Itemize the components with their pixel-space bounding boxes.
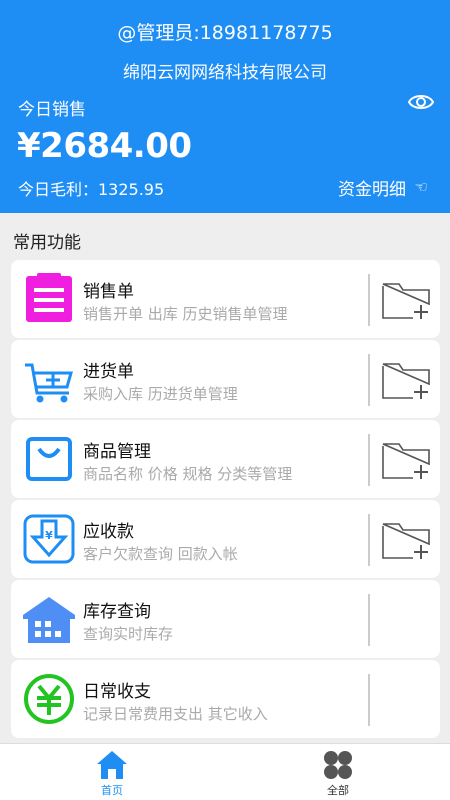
daily-income-expense-card[interactable]: 日常收支 记录日常费用支出 其它收入	[11, 660, 440, 738]
tab-all-label: 全部	[327, 784, 349, 797]
today-sales-amount: ¥2684.00	[17, 126, 192, 166]
section-title: 常用功能	[13, 233, 81, 253]
cart-icon	[25, 363, 73, 403]
card-desc: 商品名称 价格 规格 分类等管理	[83, 465, 293, 483]
card-title: 进货单	[83, 362, 134, 382]
header: @管理员:18981178775 绵阳云网网络科技有限公司 今日销售 ¥2684…	[0, 0, 450, 213]
home-icon	[97, 751, 127, 779]
tab-home-label: 首页	[101, 784, 123, 797]
yuan-circle-icon	[24, 674, 74, 724]
receivables-card[interactable]: ¥ 应收款 客户欠款查询 回款入帐	[11, 500, 440, 578]
purchase-order-card[interactable]: 进货单 采购入库 历进货单管理	[11, 340, 440, 418]
card-desc: 查询实时库存	[83, 625, 174, 643]
card-title: 商品管理	[83, 442, 151, 462]
divider	[368, 434, 370, 486]
svg-text:¥: ¥	[45, 529, 53, 542]
card-title: 销售单	[83, 282, 134, 302]
divider	[368, 514, 370, 566]
card-title: 日常收支	[83, 682, 151, 702]
add-folder-icon[interactable]	[381, 360, 431, 402]
product-management-card[interactable]: 商品管理 商品名称 价格 规格 分类等管理	[11, 420, 440, 498]
card-title: 库存查询	[83, 602, 151, 622]
divider	[368, 594, 370, 646]
inventory-query-card[interactable]: 库存查询 查询实时库存	[11, 580, 440, 658]
today-profit: 今日毛利：1325.95	[18, 180, 165, 199]
tab-home[interactable]: 首页	[52, 744, 172, 800]
card-desc: 采购入库 历进货单管理	[83, 385, 238, 403]
card-title: 应收款	[83, 522, 134, 542]
bottom-tab-bar: 首页 全部	[0, 743, 450, 800]
funds-detail-link[interactable]: 资金明细	[338, 175, 406, 200]
tab-all[interactable]: 全部	[278, 744, 398, 800]
card-desc: 客户欠款查询 回款入帐	[83, 545, 238, 563]
divider	[368, 674, 370, 726]
sales-order-card[interactable]: 销售单 销售开单 出库 历史销售单管理	[11, 260, 440, 338]
grid-icon	[324, 751, 352, 779]
today-sales-label: 今日销售	[18, 100, 86, 120]
company-name: 绵阳云网网络科技有限公司	[123, 63, 327, 83]
receivable-icon: ¥	[23, 514, 75, 564]
add-folder-icon[interactable]	[381, 440, 431, 482]
bag-icon	[26, 437, 72, 481]
admin-phone: @管理员:18981178775	[117, 22, 333, 44]
add-folder-icon[interactable]	[381, 520, 431, 562]
eye-icon[interactable]	[408, 92, 434, 112]
divider	[368, 274, 370, 326]
warehouse-icon	[23, 597, 75, 643]
clipboard-icon	[26, 273, 72, 322]
card-desc: 销售开单 出库 历史销售单管理	[83, 305, 288, 323]
pointing-hand-icon[interactable]: ☜	[415, 178, 428, 196]
add-folder-icon[interactable]	[381, 280, 431, 322]
card-desc: 记录日常费用支出 其它收入	[83, 705, 268, 723]
divider	[368, 354, 370, 406]
